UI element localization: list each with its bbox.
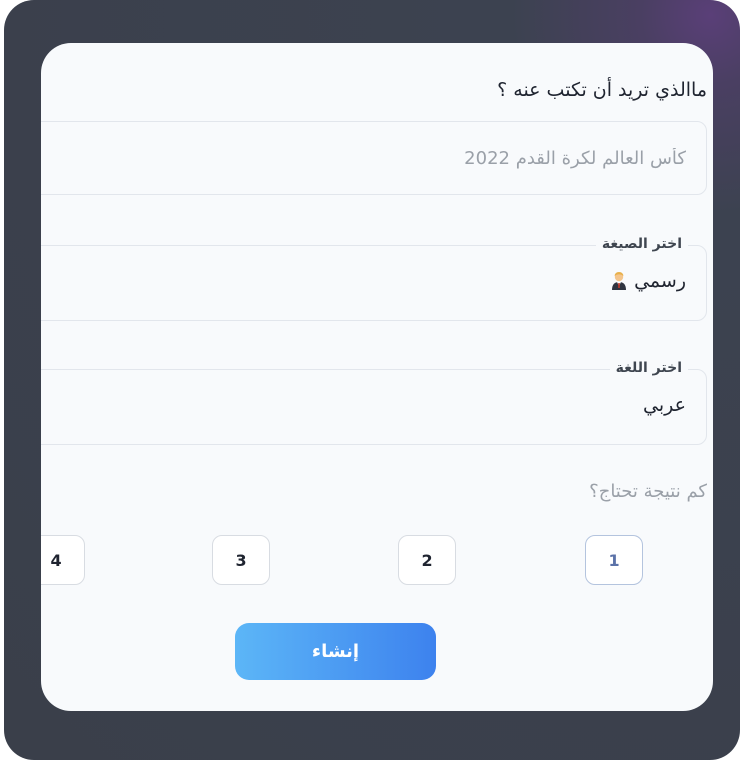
topic-input[interactable] (41, 121, 707, 195)
language-select-label: اختر اللغة (609, 360, 688, 376)
topic-question-label: ماالذي تريد أن تكتب عنه ؟ (497, 79, 707, 101)
device-frame: ماالذي تريد أن تكتب عنه ؟ اختر الصيغة رس… (4, 0, 740, 760)
language-select-value[interactable]: عربي (643, 394, 686, 416)
format-select-value[interactable]: رسمي (604, 270, 686, 292)
create-button[interactable]: إنشاء (235, 623, 436, 680)
language-select[interactable]: اختر اللغة عربي (41, 360, 707, 445)
writer-form-card: ماالذي تريد أن تكتب عنه ؟ اختر الصيغة رس… (41, 43, 713, 711)
results-count-label: كم نتيجة تحتاج؟ (589, 481, 707, 502)
format-select-label: اختر الصيغة (595, 236, 688, 252)
results-option-4[interactable]: 4 (41, 535, 85, 585)
office-worker-icon (612, 272, 627, 290)
results-option-1[interactable]: 1 (585, 535, 643, 585)
format-select[interactable]: اختر الصيغة رسمي (41, 236, 707, 321)
results-option-3[interactable]: 3 (212, 535, 270, 585)
format-selected-text: رسمي (634, 270, 686, 292)
results-option-2[interactable]: 2 (398, 535, 456, 585)
